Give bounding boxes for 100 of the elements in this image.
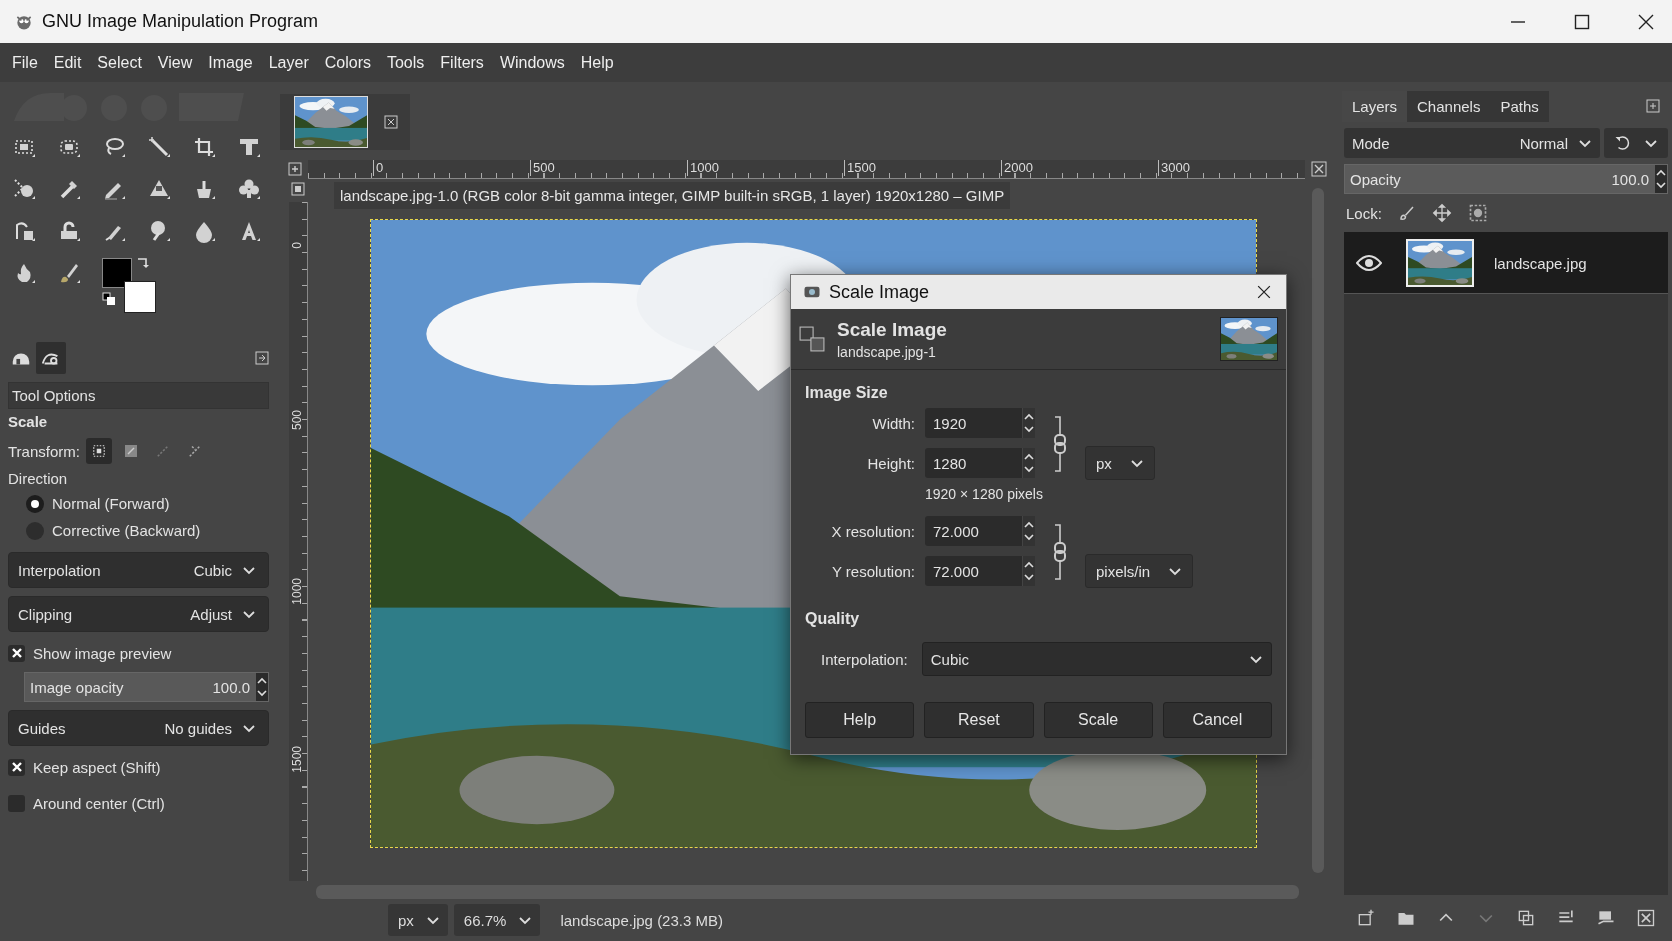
checkbox-label[interactable]: Show image preview xyxy=(33,644,172,662)
chain-link-icon[interactable] xyxy=(1051,522,1069,582)
ruler-label: 0 xyxy=(373,159,384,176)
size-summary: 1920 × 1280 pixels xyxy=(925,486,1044,502)
foreground-color-swatch[interactable] xyxy=(102,258,132,288)
menu-item[interactable]: File xyxy=(4,49,46,76)
image-tab[interactable] xyxy=(280,94,410,150)
zoom-dropdown[interactable]: 66.7% xyxy=(453,904,541,936)
field-label: Height: xyxy=(867,454,915,472)
section-heading: Image Size xyxy=(805,384,889,402)
dock-menu-icon[interactable] xyxy=(1646,99,1660,113)
dialog-button[interactable]: Scale xyxy=(1043,702,1153,738)
resolution-unit-dropdown[interactable]: pixels/in xyxy=(1085,554,1194,588)
ruler-label: 500 xyxy=(289,410,304,431)
menu-item[interactable]: Windows xyxy=(491,49,573,76)
height-spinbox[interactable]: 1280 xyxy=(925,448,1035,478)
x-resolution-spinbox[interactable]: 72.000 xyxy=(925,516,1035,546)
delete-layer-icon[interactable] xyxy=(1636,908,1656,928)
dock-tab[interactable] xyxy=(36,342,66,374)
checkbox[interactable] xyxy=(8,644,25,662)
lock-alpha-icon[interactable] xyxy=(1467,203,1488,223)
background-color-swatch[interactable] xyxy=(124,281,156,313)
radio-button[interactable] xyxy=(26,521,44,540)
ruler-label: 1500 xyxy=(844,159,876,176)
y-resolution-spinbox[interactable]: 72.000 xyxy=(925,556,1035,586)
menu-item[interactable]: Select xyxy=(89,49,150,76)
layer-thumbnail xyxy=(1406,239,1474,287)
section-heading: Quality xyxy=(805,610,861,628)
checkbox-label[interactable]: Around center (Ctrl) xyxy=(33,794,165,812)
mode-dropdown[interactable]: Mode Normal xyxy=(1344,128,1600,158)
eye-icon[interactable] xyxy=(1356,254,1382,272)
option-dropdown[interactable]: Interpolation Cubic xyxy=(8,552,269,588)
layer-name: landscape.jpg xyxy=(1494,254,1587,272)
interpolation-dropdown[interactable]: Cubic xyxy=(921,642,1272,676)
dialog-heading: Scale Image xyxy=(837,318,948,341)
radio-button[interactable] xyxy=(26,494,44,513)
image-preview xyxy=(1220,317,1278,361)
field-label: Width: xyxy=(872,414,915,432)
warp-icon[interactable] xyxy=(12,177,36,201)
option-dropdown[interactable]: Guides No guides xyxy=(8,710,269,746)
spin-arrows-icon[interactable] xyxy=(1022,516,1035,546)
swap-arrow-icon[interactable] xyxy=(136,256,150,270)
ruler-label: 0 xyxy=(289,242,304,249)
unit-dropdown[interactable]: px xyxy=(1085,446,1155,480)
radio-label[interactable]: Normal (Forward) xyxy=(52,495,170,512)
window-title: GNU Image Manipulation Program xyxy=(42,11,320,32)
field-label: Lock: xyxy=(1346,204,1382,222)
option-dropdown[interactable]: Clipping Adjust xyxy=(8,596,269,632)
spin-arrows-icon[interactable] xyxy=(256,673,268,701)
image-info-title: landscape.jpg-1.0 (RGB color 8-bit gamma integer, GIMP built-in sRGB, 1 layer) 1920x1280 – GIMP xyxy=(334,182,1011,209)
panel-tab[interactable]: Paths xyxy=(1490,90,1549,122)
dock-menu-icon[interactable] xyxy=(255,351,269,365)
chain-link-icon[interactable] xyxy=(1051,414,1069,474)
check-cross-icon xyxy=(10,647,23,659)
lock-position-icon[interactable] xyxy=(1431,203,1452,223)
checkbox[interactable] xyxy=(8,794,25,812)
menu-item[interactable]: Help xyxy=(572,49,622,76)
menu-item[interactable]: View xyxy=(149,49,201,76)
menu-item[interactable]: Layer xyxy=(260,49,317,76)
menu-item[interactable]: Filters xyxy=(432,49,492,76)
crop-icon[interactable] xyxy=(192,135,216,159)
radio-label[interactable]: Corrective (Backward) xyxy=(52,522,201,539)
close-icon[interactable] xyxy=(384,115,398,129)
field-label: Y resolution: xyxy=(831,562,915,580)
status-text: landscape.jpg (23.3 MB) xyxy=(560,911,723,929)
checkbox-label[interactable]: Keep aspect (Shift) xyxy=(33,758,161,776)
duplicate-icon[interactable] xyxy=(1516,908,1536,928)
plus-box-icon[interactable] xyxy=(288,162,302,176)
spin-arrows-icon[interactable] xyxy=(1022,408,1035,438)
clone-stamp-icon[interactable] xyxy=(237,177,261,201)
menu-item[interactable]: Edit xyxy=(45,49,90,76)
width-spinbox[interactable]: 1920 xyxy=(925,408,1035,438)
dialog-button[interactable]: Help xyxy=(805,702,915,738)
ruler-label: 2000 xyxy=(1001,159,1033,176)
field-label: Transform: xyxy=(8,442,80,460)
menu-item[interactable]: Image xyxy=(200,49,261,76)
quick-mask-icon[interactable] xyxy=(291,182,305,196)
panel-tab[interactable]: Channels xyxy=(1407,90,1491,122)
spin-arrows-icon[interactable] xyxy=(1022,448,1035,478)
opacity-spin-slider[interactable]: Opacity 100.0 xyxy=(1344,164,1668,194)
spin-arrows-icon[interactable] xyxy=(1655,165,1667,193)
opacity-spin-slider[interactable]: Image opacity 100.0 xyxy=(24,672,269,702)
dialog-button[interactable]: Cancel xyxy=(1162,702,1272,738)
menu-item[interactable]: Colors xyxy=(316,49,379,76)
reset-arrow-icon xyxy=(1614,134,1632,152)
ruler-label: 1000 xyxy=(289,578,304,605)
lock-pixels-brush-icon[interactable] xyxy=(1397,204,1416,222)
transform-mode-toggle[interactable] xyxy=(85,438,112,464)
spin-arrows-icon[interactable] xyxy=(1022,556,1035,586)
new-layer-icon[interactable] xyxy=(1356,908,1376,928)
default-colors-icon[interactable] xyxy=(102,292,116,306)
unit-dropdown[interactable]: px xyxy=(388,904,448,936)
check-cross-icon xyxy=(10,761,23,773)
composite-mode-dropdown[interactable] xyxy=(1604,128,1668,158)
layer-row[interactable]: landscape.jpg xyxy=(1344,232,1668,294)
menu-item[interactable]: Tools xyxy=(378,49,433,76)
dialog-button[interactable]: Reset xyxy=(924,702,1034,738)
ruler-label: 3000 xyxy=(1158,159,1190,176)
navigate-icon[interactable] xyxy=(1311,161,1327,177)
checkbox[interactable] xyxy=(8,758,25,776)
